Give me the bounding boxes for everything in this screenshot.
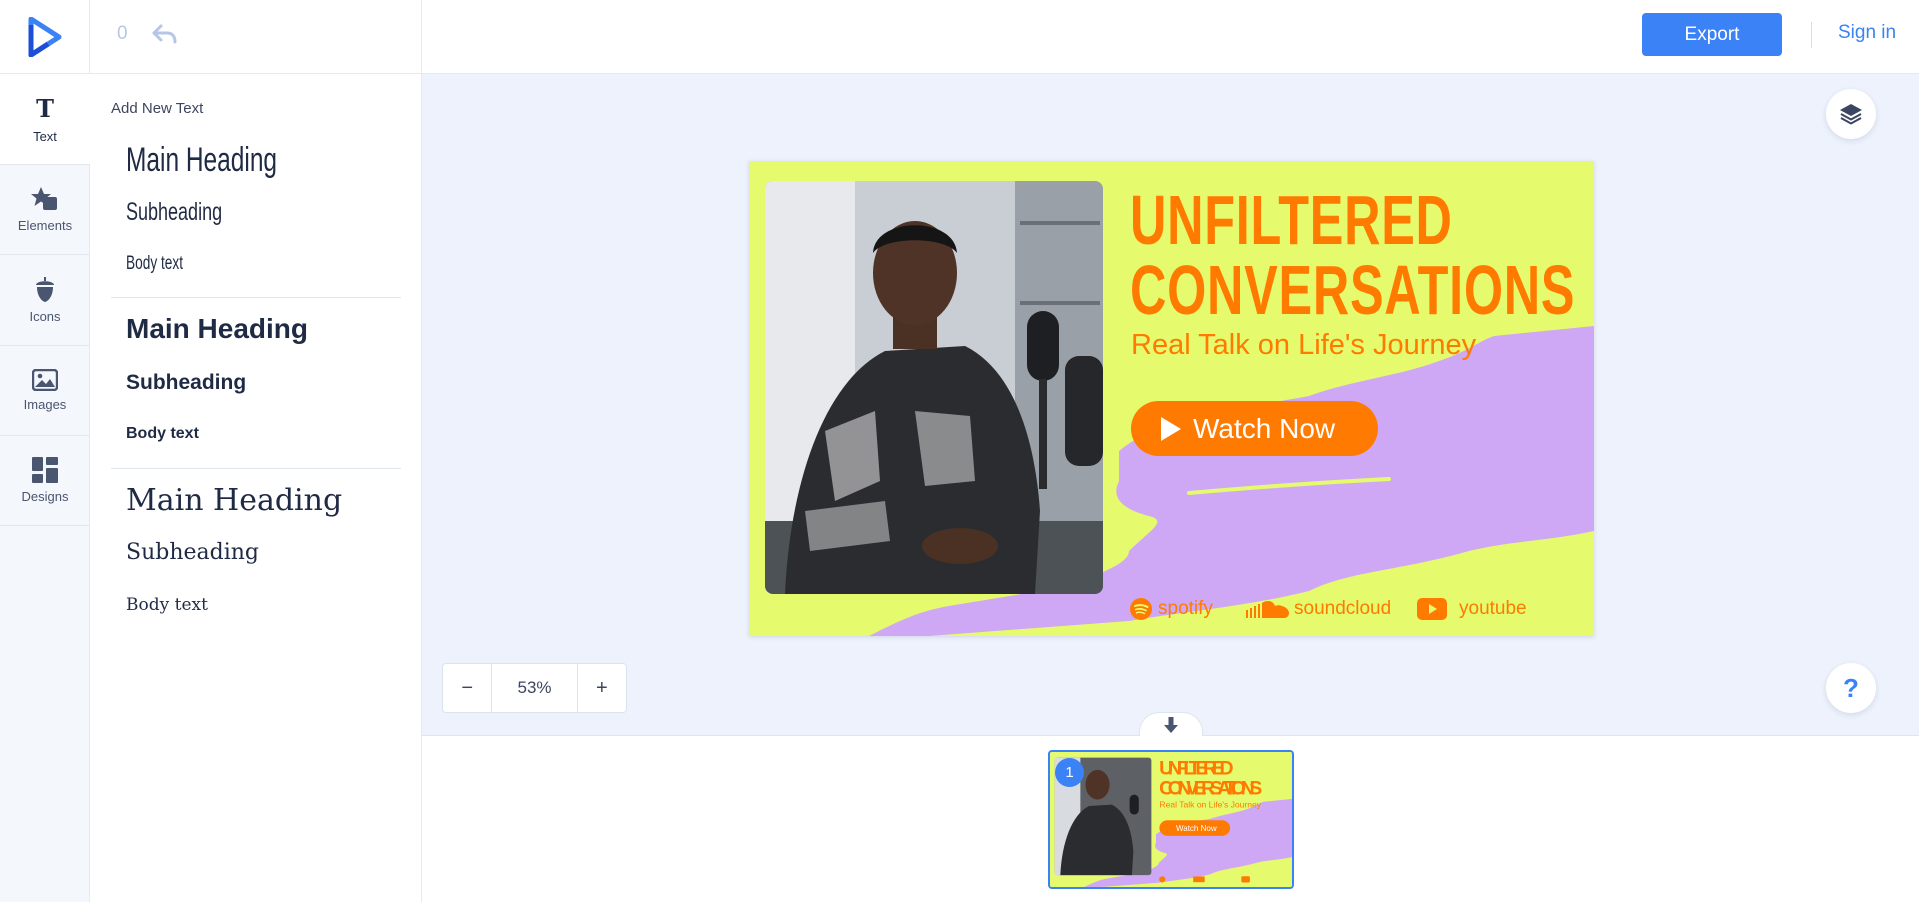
youtube-icon xyxy=(1417,598,1447,620)
text-style-subheading[interactable]: Subheading xyxy=(126,371,246,395)
image-icon xyxy=(32,369,58,391)
rail-item-text[interactable]: T Text xyxy=(0,74,90,165)
arrow-down-icon xyxy=(1164,716,1178,733)
rail-item-label: Images xyxy=(23,397,67,412)
shapes-icon xyxy=(31,187,57,210)
platform-label: soundcloud xyxy=(1294,598,1392,619)
podcast-host-photo[interactable] xyxy=(765,181,1103,594)
text-style-body[interactable]: Body text xyxy=(126,425,199,443)
platform-label: youtube xyxy=(1459,598,1527,619)
svg-text:UNFILTERED: UNFILTERED xyxy=(1159,758,1233,780)
design-canvas[interactable]: UNFILTERED CONVERSATIONS Real Talk on Li… xyxy=(749,161,1594,636)
divider xyxy=(111,297,401,298)
sign-in-link[interactable]: Sign in xyxy=(1838,22,1896,44)
undo-count: 0 xyxy=(117,23,128,44)
platform-label: spotify xyxy=(1158,598,1213,619)
play-icon xyxy=(1161,416,1181,441)
svg-text:Real Talk on Life's Journey: Real Talk on Life's Journey xyxy=(1159,800,1261,810)
host-image xyxy=(765,181,1103,594)
acorn-icon xyxy=(36,276,54,302)
divider xyxy=(111,468,401,469)
page-number-badge: 1 xyxy=(1055,758,1084,787)
button-label: Watch Now xyxy=(1193,412,1336,444)
text-style-subheading[interactable]: Subheading xyxy=(126,198,222,227)
svg-text:CONVERSATIONS: CONVERSATIONS xyxy=(1159,778,1262,800)
divider xyxy=(1811,22,1812,48)
spotify-icon xyxy=(1130,598,1152,620)
thumbnail-preview: UNFILTERED CONVERSATIONS Real Talk on Li… xyxy=(1050,752,1292,887)
text-style-main-heading[interactable]: Main Heading xyxy=(126,483,342,518)
rail-item-images[interactable]: Images xyxy=(0,346,90,436)
svg-text:Watch Now: Watch Now xyxy=(1176,824,1217,833)
soundcloud-icon xyxy=(1246,601,1289,618)
tool-rail: T Text Elements Icons Images Designs xyxy=(0,74,90,902)
panel-title: Add New Text xyxy=(111,100,204,117)
text-style-body[interactable]: Body text xyxy=(126,253,183,275)
grid-icon xyxy=(32,457,58,483)
play-logo-icon xyxy=(28,17,61,57)
rail-item-designs[interactable]: Designs xyxy=(0,436,90,526)
design-subtitle[interactable]: Real Talk on Life's Journey xyxy=(1131,329,1476,362)
help-icon: ? xyxy=(1843,672,1859,703)
rail-item-elements[interactable]: Elements xyxy=(0,165,90,255)
zoom-out-button[interactable]: − xyxy=(443,664,491,712)
top-bar: 0 Export Sign in xyxy=(0,0,1919,74)
design-title[interactable]: UNFILTERED CONVERSATIONS xyxy=(1130,185,1575,325)
soundcloud-badge[interactable]: soundcloud xyxy=(1246,595,1391,623)
rail-item-label: Designs xyxy=(21,489,69,504)
watch-now-button[interactable]: Watch Now xyxy=(1131,401,1378,456)
text-icon: T xyxy=(36,94,54,123)
rail-item-icons[interactable]: Icons xyxy=(0,255,90,346)
app-logo[interactable] xyxy=(0,0,90,74)
rail-item-label: Text xyxy=(33,129,57,144)
title-line: UNFILTERED xyxy=(1130,181,1453,259)
text-style-body[interactable]: Body text xyxy=(126,595,208,615)
spotify-badge[interactable]: spotify xyxy=(1130,595,1213,623)
text-style-main-heading[interactable]: Main Heading xyxy=(126,313,308,345)
history-area xyxy=(90,0,422,74)
layers-icon xyxy=(1840,104,1862,125)
zoom-level[interactable]: 53% xyxy=(491,664,578,712)
title-line: CONVERSATIONS xyxy=(1130,251,1576,329)
collapse-pages-button[interactable] xyxy=(1139,712,1203,736)
page-thumbnail[interactable]: UNFILTERED CONVERSATIONS Real Talk on Li… xyxy=(1048,750,1294,889)
text-style-subheading[interactable]: Subheading xyxy=(126,540,259,565)
youtube-badge[interactable]: youtube xyxy=(1417,595,1527,623)
text-style-main-heading[interactable]: Main Heading xyxy=(126,141,277,180)
rail-item-label: Elements xyxy=(17,218,73,233)
zoom-in-button[interactable]: + xyxy=(578,664,626,712)
text-panel: Add New Text Main Heading Subheading Bod… xyxy=(90,74,422,902)
rail-item-label: Icons xyxy=(29,308,61,324)
layers-button[interactable] xyxy=(1826,89,1876,139)
export-button[interactable]: Export xyxy=(1642,13,1782,56)
zoom-control: − 53% + xyxy=(442,663,627,713)
help-button[interactable]: ? xyxy=(1826,663,1876,713)
undo-icon[interactable] xyxy=(150,20,178,53)
